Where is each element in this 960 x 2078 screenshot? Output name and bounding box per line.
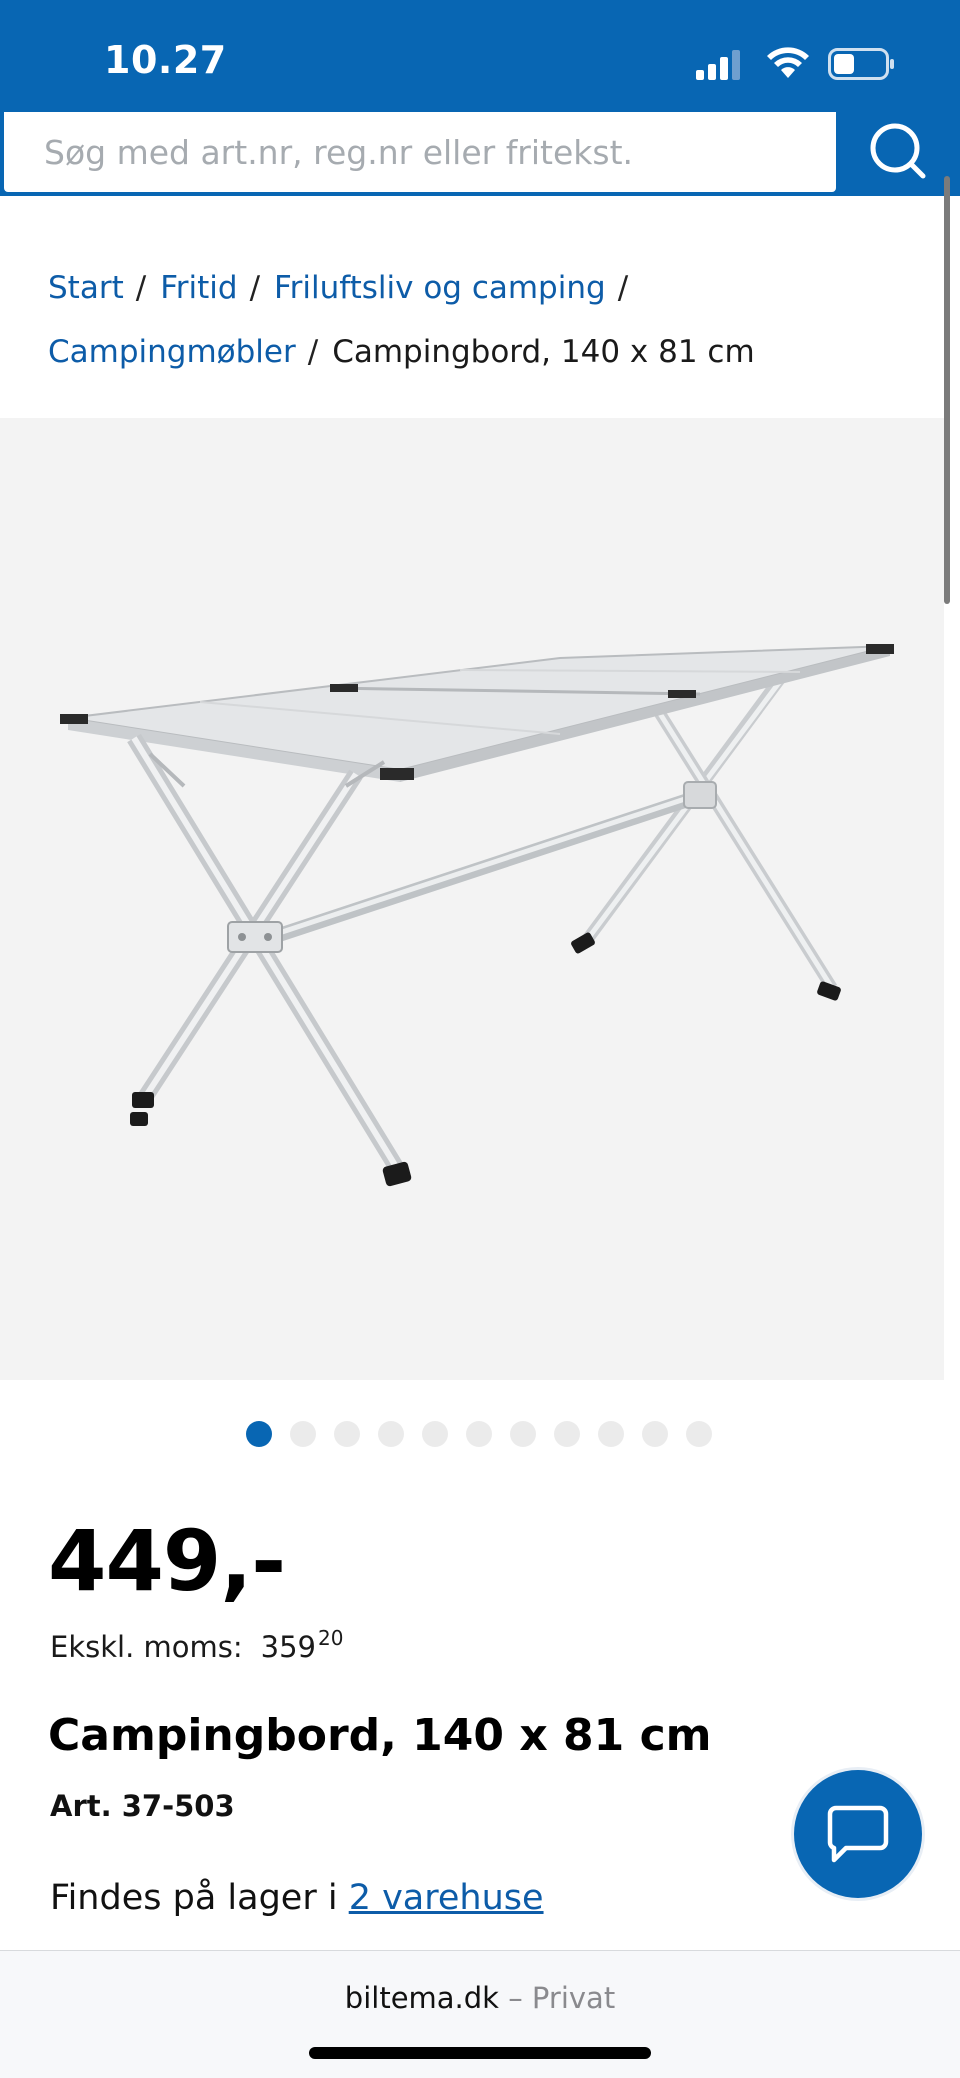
browser-bottom-bar: biltema.dk – Privat bbox=[0, 1950, 960, 2078]
carousel-dot[interactable] bbox=[686, 1421, 712, 1447]
breadcrumb-separator: / bbox=[617, 270, 629, 306]
breadcrumb-current: Campingbord, 140 x 81 cm bbox=[332, 334, 755, 370]
search-bar bbox=[0, 112, 960, 196]
page-scrollbar[interactable] bbox=[944, 176, 950, 604]
breadcrumb-separator: / bbox=[307, 334, 319, 370]
search-button[interactable] bbox=[838, 112, 960, 196]
carousel-dot[interactable] bbox=[334, 1421, 360, 1447]
breadcrumb-start[interactable]: Start bbox=[48, 270, 124, 306]
breadcrumb-campingmobler[interactable]: Campingmøbler bbox=[48, 334, 296, 370]
carousel-dot[interactable] bbox=[290, 1421, 316, 1447]
stock-prefix: Findes på lager i bbox=[50, 1878, 338, 1918]
breadcrumb-separator: / bbox=[249, 270, 261, 306]
article-number: Art. 37-503 bbox=[50, 1789, 235, 1823]
battery-icon bbox=[828, 48, 894, 80]
stock-warehouses-link[interactable]: 2 varehuse bbox=[349, 1878, 544, 1918]
price-ex-vat: Ekskl. moms: 359 20 bbox=[50, 1626, 343, 1664]
product-price: 449,- bbox=[48, 1512, 286, 1610]
wifi-icon bbox=[767, 47, 809, 78]
camping-table-illustration bbox=[60, 644, 894, 1187]
carousel-dot[interactable] bbox=[642, 1421, 668, 1447]
carousel-dot[interactable] bbox=[510, 1421, 536, 1447]
ex-vat-cents: 20 bbox=[318, 1626, 344, 1650]
carousel-dot[interactable] bbox=[378, 1421, 404, 1447]
browser-domain: biltema.dk bbox=[344, 1981, 499, 2015]
search-input[interactable] bbox=[2, 112, 838, 194]
product-title: Campingbord, 140 x 81 cm bbox=[48, 1710, 712, 1761]
browser-address[interactable]: biltema.dk – Privat bbox=[0, 1981, 960, 2015]
carousel-dot[interactable] bbox=[466, 1421, 492, 1447]
carousel-dot[interactable] bbox=[598, 1421, 624, 1447]
home-indicator[interactable] bbox=[309, 2047, 651, 2059]
stock-status: Findes på lager i 2 varehuse bbox=[50, 1878, 544, 1918]
status-time: 10.27 bbox=[104, 38, 227, 82]
carousel-dot[interactable] bbox=[554, 1421, 580, 1447]
browser-mode: – Privat bbox=[508, 1981, 616, 2015]
search-icon bbox=[870, 123, 926, 179]
breadcrumb-separator: / bbox=[135, 270, 147, 306]
cellular-signal-icon bbox=[696, 50, 740, 80]
status-icons bbox=[696, 44, 896, 84]
carousel-dots bbox=[246, 1421, 712, 1447]
breadcrumb: Start / Fritid / Friluftsliv og camping / Camp… bbox=[48, 256, 928, 384]
carousel-dot[interactable] bbox=[422, 1421, 448, 1447]
top-header: 10.27 bbox=[0, 0, 960, 196]
chat-button[interactable] bbox=[794, 1770, 922, 1898]
product-image[interactable] bbox=[0, 418, 944, 1380]
breadcrumb-fritid[interactable]: Fritid bbox=[160, 270, 237, 306]
ex-vat-whole: 359 bbox=[260, 1630, 316, 1664]
carousel-dot[interactable] bbox=[246, 1421, 272, 1447]
breadcrumb-friluftsliv[interactable]: Friluftsliv og camping bbox=[274, 270, 606, 306]
chat-bubble-icon bbox=[827, 1805, 889, 1863]
ex-vat-label: Ekskl. moms: bbox=[50, 1630, 243, 1664]
